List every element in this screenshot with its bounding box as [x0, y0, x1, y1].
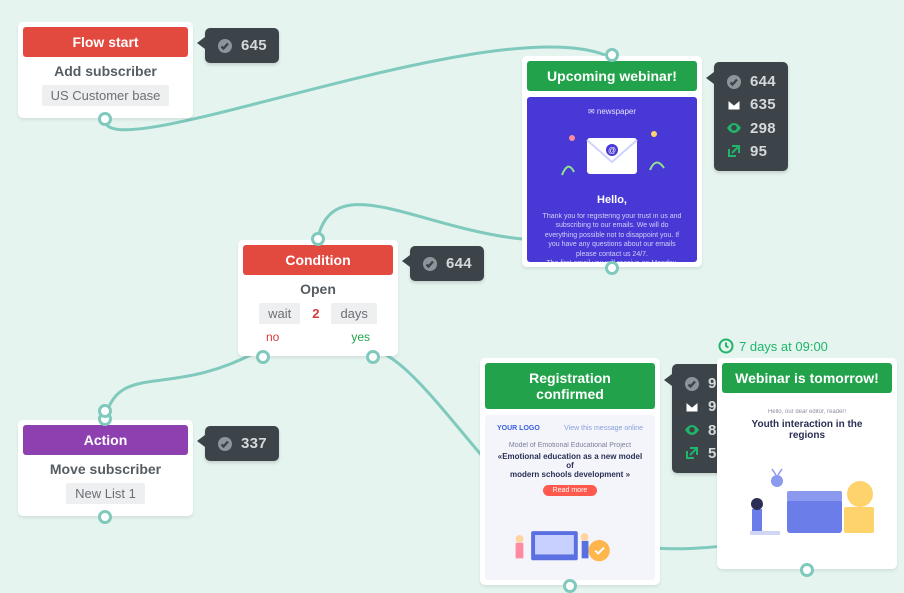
condition-wait-value: 2: [306, 303, 325, 324]
action-stat-value: 337: [241, 432, 267, 455]
condition-stats: 644: [410, 246, 484, 281]
port-out-yes[interactable]: [366, 350, 380, 364]
eye-icon: [684, 422, 700, 438]
eye-icon: [726, 120, 742, 136]
node-webinar-tomorrow[interactable]: Webinar is tomorrow! Hello, our dear edi…: [717, 358, 897, 569]
flow-start-body-title: Add subscriber: [28, 63, 183, 79]
node-action[interactable]: Action Move subscriber New List 1: [18, 420, 193, 516]
action-header: Action: [23, 425, 188, 455]
webinar-tomorrow-thumb: Hello, our dear editor, reader! Youth in…: [722, 399, 892, 564]
port-out[interactable]: [605, 261, 619, 275]
check-icon: [422, 256, 438, 272]
flow-start-segment-chip: US Customer base: [42, 85, 170, 106]
port-out[interactable]: [98, 112, 112, 126]
check-icon: [684, 376, 700, 392]
port-floating[interactable]: [98, 404, 112, 418]
inbox-icon: [726, 97, 742, 113]
stats-arrow: [197, 435, 205, 447]
inbox-icon: [684, 399, 700, 415]
external-link-icon: [684, 445, 700, 461]
condition-no-label: no: [266, 330, 279, 344]
stat-clicks: 95: [750, 140, 767, 163]
port-out-no[interactable]: [256, 350, 270, 364]
condition-stat-value: 644: [446, 252, 472, 275]
condition-wait-row: wait 2 days: [248, 303, 388, 324]
node-condition[interactable]: Condition Open wait 2 days no yes: [238, 240, 398, 356]
flow-start-header: Flow start: [23, 27, 188, 57]
action-list-chip: New List 1: [66, 483, 145, 504]
stats-arrow: [402, 255, 410, 267]
upcoming-webinar-stats: 644 635 298 95: [714, 62, 788, 171]
check-icon: [217, 436, 233, 452]
external-link-icon: [726, 143, 742, 159]
condition-body-title: Open: [248, 281, 388, 297]
stats-arrow: [197, 37, 205, 49]
upcoming-webinar-thumb: ✉ newspaper @ Hello, Thank you for regis…: [527, 97, 697, 262]
check-icon: [726, 74, 742, 90]
registration-header: Registration confirmed: [485, 363, 655, 409]
condition-yes-label: yes: [351, 330, 370, 344]
schedule-text: 7 days at 09:00: [739, 339, 828, 354]
stats-arrow: [664, 374, 672, 386]
port-out[interactable]: [563, 579, 577, 593]
port-out[interactable]: [98, 510, 112, 524]
condition-header: Condition: [243, 245, 393, 275]
stat-delivered: 644: [750, 70, 776, 93]
thumb-brand: YOUR LOGO: [497, 425, 540, 432]
upcoming-webinar-header: Upcoming webinar!: [527, 61, 697, 91]
action-stats: 337: [205, 426, 279, 461]
webinar-tomorrow-header: Webinar is tomorrow!: [722, 363, 892, 393]
node-flow-start[interactable]: Flow start Add subscriber US Customer ba…: [18, 22, 193, 118]
stat-inbox: 635: [750, 93, 776, 116]
svg-text:@: @: [608, 146, 616, 155]
node-upcoming-webinar[interactable]: Upcoming webinar! ✉ newspaper @ Hello, T…: [522, 56, 702, 267]
port-in[interactable]: [605, 48, 619, 62]
condition-days-label: days: [331, 303, 376, 324]
port-in[interactable]: [311, 232, 325, 246]
check-icon: [217, 38, 233, 54]
webinar-tomorrow-schedule: 7 days at 09:00: [718, 338, 828, 354]
flow-start-stats: 645: [205, 28, 279, 63]
port-out[interactable]: [800, 563, 814, 577]
registration-thumb: YOUR LOGO View this message online Model…: [485, 415, 655, 580]
node-registration-confirmed[interactable]: Registration confirmed YOUR LOGO View th…: [480, 358, 660, 585]
clock-icon: [718, 338, 734, 354]
action-body-title: Move subscriber: [28, 461, 183, 477]
condition-wait-label: wait: [259, 303, 300, 324]
stats-arrow: [706, 72, 714, 84]
stat-opens: 298: [750, 117, 776, 140]
flow-start-stat-value: 645: [241, 34, 267, 57]
